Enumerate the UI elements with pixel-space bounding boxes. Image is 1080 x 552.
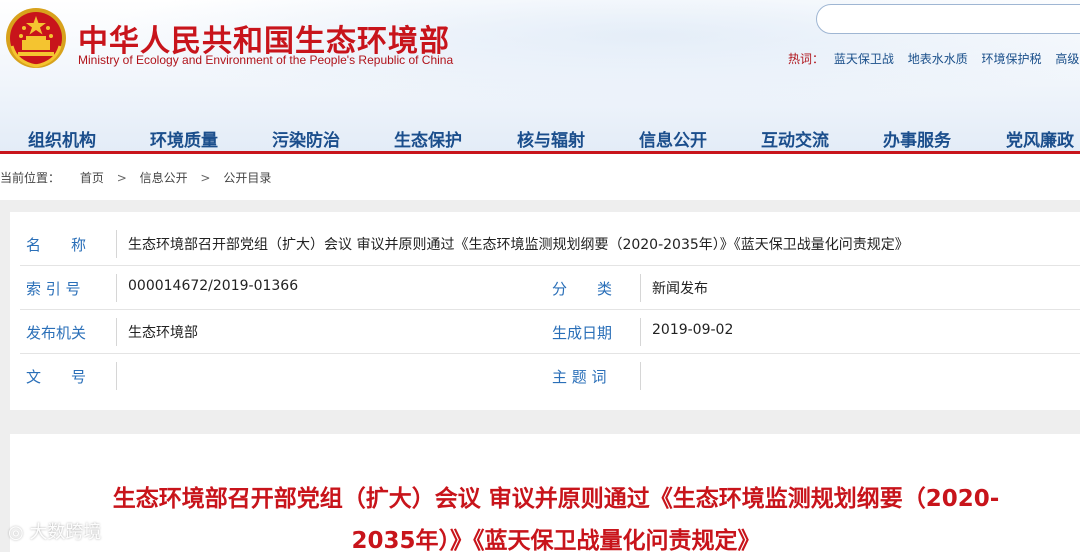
- hot-words: 热词： 蓝天保卫战 地表水水质 环境保护税 高级: [788, 50, 1080, 67]
- breadcrumb-separator: >: [200, 171, 211, 185]
- info-row-issuer: 发布机关 生态环境部 生成日期 2019-09-02: [10, 310, 1080, 354]
- info-label-doc-no: 文 号: [26, 368, 87, 386]
- national-emblem-icon[interactable]: [4, 6, 68, 70]
- breadcrumb-catalog[interactable]: 公开目录: [223, 171, 271, 185]
- hot-link-env-tax[interactable]: 环境保护税: [982, 52, 1042, 66]
- breadcrumb-separator: >: [116, 171, 127, 185]
- info-row-doc-no: 文 号 主 题 词: [10, 354, 1080, 398]
- main-nav: 组织机构 环境质量 污染防治 生态保护 核与辐射 信息公开 互动交流 办事服务 …: [0, 122, 1080, 152]
- nav-item-organization[interactable]: 组织机构: [28, 126, 96, 151]
- nav-item-env-quality[interactable]: 环境质量: [150, 126, 218, 151]
- nav-item-ecology[interactable]: 生态保护: [394, 126, 462, 151]
- site-subtitle: Ministry of Ecology and Environment of t…: [78, 53, 454, 67]
- article-title-line-2: 2035年）》《蓝天保卫战量化问责规定》: [351, 528, 761, 552]
- info-value-date: 2019-09-02: [652, 322, 734, 338]
- nav-item-services[interactable]: 办事服务: [883, 126, 951, 151]
- watermark-logo-icon: ◎: [8, 522, 30, 543]
- article-title: 生态环境部召开部党组（扩大）会议 审议并原则通过《生态环境监测规划纲要（2020…: [10, 478, 1080, 552]
- info-separator: [640, 318, 641, 346]
- info-label-issuer: 发布机关: [26, 324, 87, 342]
- info-value-issuer: 生态环境部: [128, 325, 198, 341]
- breadcrumb-disclosure[interactable]: 信息公开: [140, 171, 188, 185]
- nav-item-disclosure[interactable]: 信息公开: [639, 126, 707, 151]
- info-label-index: 索 引 号: [26, 280, 81, 298]
- search-input[interactable]: [816, 4, 1080, 34]
- hot-link-advanced[interactable]: 高级: [1055, 52, 1079, 66]
- nav-divider: [0, 151, 1080, 154]
- nav-item-integrity[interactable]: 党风廉政: [1006, 126, 1074, 151]
- info-value-index: 000014672/2019-01366: [128, 278, 299, 294]
- info-separator: [116, 318, 117, 346]
- info-row-index: 索 引 号 000014672/2019-01366 分 类 新闻发布: [10, 266, 1080, 310]
- nav-item-nuclear[interactable]: 核与辐射: [517, 126, 585, 151]
- article-card: 生态环境部召开部党组（扩大）会议 审议并原则通过《生态环境监测规划纲要（2020…: [10, 434, 1080, 552]
- hot-link-surface-water[interactable]: 地表水水质: [908, 52, 968, 66]
- info-label-subject: 主 题 词: [552, 368, 607, 386]
- info-label-date: 生成日期: [552, 324, 613, 342]
- site-header: 中华人民共和国生态环境部 Ministry of Ecology and Env…: [0, 0, 1080, 152]
- breadcrumb: 当前位置： 首页 > 信息公开 > 公开目录: [0, 154, 1080, 200]
- hot-link-blue-sky[interactable]: 蓝天保卫战: [834, 52, 894, 66]
- info-separator: [640, 362, 641, 390]
- watermark-text: 大数跨境: [29, 522, 102, 543]
- breadcrumb-home[interactable]: 首页: [80, 171, 104, 185]
- info-label-name: 名 称: [26, 236, 87, 254]
- info-value-name: 生态环境部召开部党组（扩大）会议 审议并原则通过《生态环境监测规划纲要（2020…: [128, 237, 909, 253]
- nav-item-pollution[interactable]: 污染防治: [272, 126, 340, 151]
- info-separator: [116, 362, 117, 390]
- info-value-category: 新闻发布: [652, 281, 708, 297]
- info-separator: [116, 274, 117, 302]
- watermark: ◎ 大数跨境: [8, 518, 101, 544]
- info-row-name: 名 称 生态环境部召开部党组（扩大）会议 审议并原则通过《生态环境监测规划纲要（…: [10, 222, 1080, 266]
- info-separator: [640, 274, 641, 302]
- info-label-category: 分 类: [552, 280, 613, 298]
- breadcrumb-prefix: 当前位置：: [0, 171, 61, 185]
- article-title-line-1: 生态环境部召开部党组（扩大）会议 审议并原则通过《生态环境监测规划纲要（2020…: [112, 486, 1000, 512]
- hot-words-label: 热词：: [788, 52, 825, 66]
- document-info-table: 名 称 生态环境部召开部党组（扩大）会议 审议并原则通过《生态环境监测规划纲要（…: [10, 212, 1080, 410]
- info-separator: [116, 230, 117, 258]
- nav-item-interaction[interactable]: 互动交流: [761, 126, 829, 151]
